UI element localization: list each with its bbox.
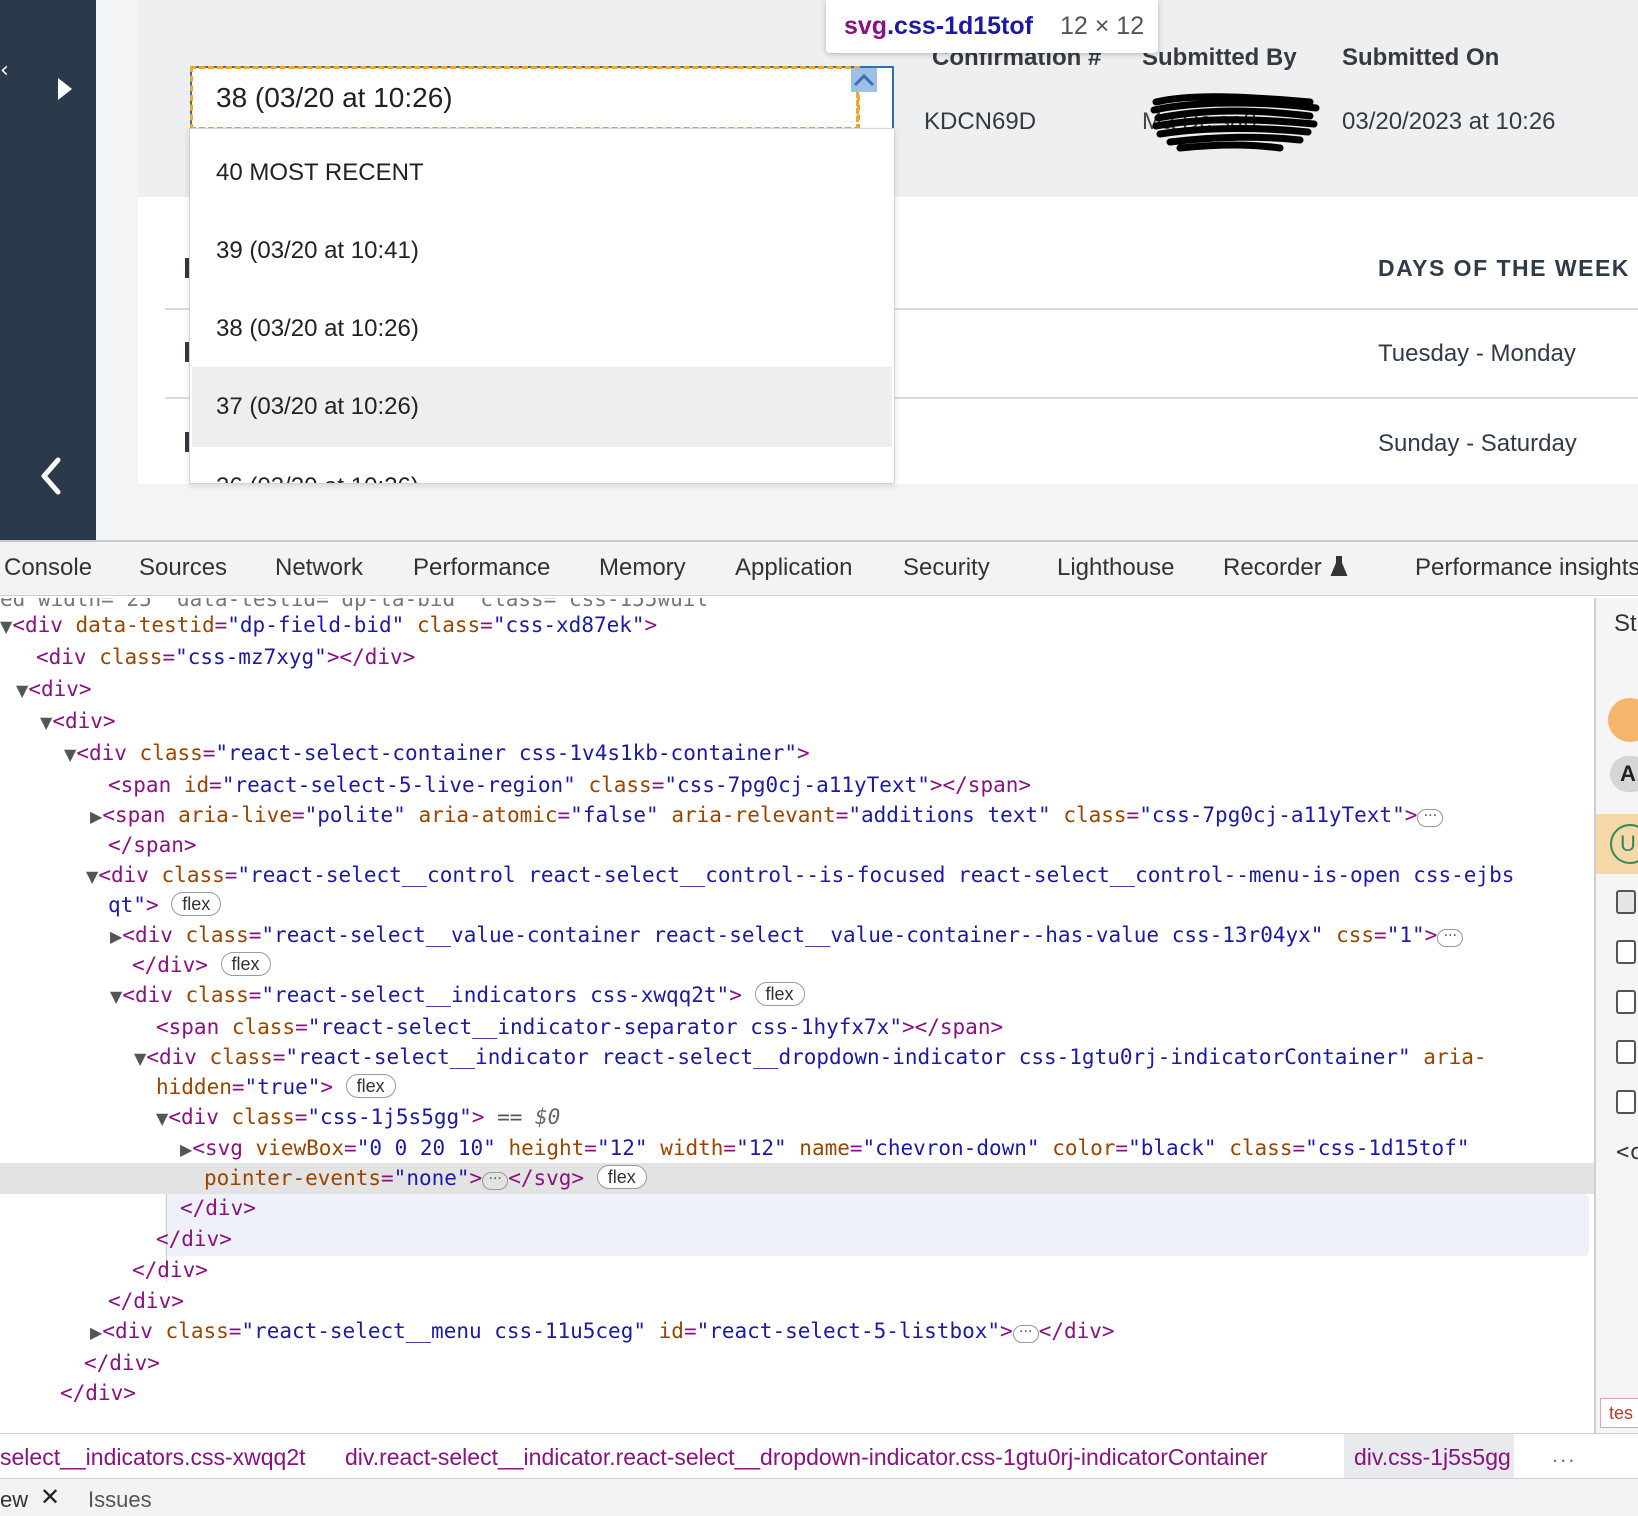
ellipsis-icon[interactable]: ··· (1437, 929, 1464, 947)
devtools-tabbar: Console Sources Network Performance Memo… (0, 542, 1638, 596)
dom-node-selected[interactable]: ▼<div class="css-1j5s5gg"> == $0 (156, 1102, 560, 1132)
inspector-tooltip: svg.css-1d15tof 12 × 12 (826, 0, 1158, 53)
styles-tab-label[interactable]: St (1614, 610, 1637, 638)
select-option[interactable]: 36 (03/20 at 10:26) (192, 447, 892, 483)
breadcrumb-more[interactable]: ... (1552, 1442, 1576, 1468)
dom-node[interactable]: <div class="css-mz7xyg"></div> (36, 642, 415, 672)
dom-node[interactable]: ▼<div class="react-select__control react… (86, 860, 1514, 890)
dom-node-wrap: qt"> flex (108, 890, 222, 920)
dom-node[interactable]: ▼<div data-testid="dp-field-bid" class="… (0, 610, 657, 640)
devtools-drawer-tabs: ew ✕ Issues (0, 1479, 1638, 1516)
dom-node-close: </div> (156, 1227, 232, 1251)
dom-node[interactable]: ▼<div class="react-select__indicators cs… (110, 980, 805, 1010)
dom-node[interactable]: ▶<span aria-live="polite" aria-atomic="f… (90, 800, 1444, 830)
dom-node[interactable]: ▼<div class="react-select__indicator rea… (134, 1042, 1487, 1072)
days-of-week-header: DAYS OF THE WEEK (1378, 255, 1630, 281)
dom-node-close: </div> (60, 1381, 136, 1405)
dom-node[interactable]: ▼<div> (40, 706, 116, 736)
select-option[interactable]: 40 MOST RECENT (192, 133, 892, 213)
dom-node-close: </div> (180, 1196, 256, 1220)
select-option[interactable]: 39 (03/20 at 10:41) (192, 211, 892, 291)
close-icon[interactable]: ✕ (40, 1483, 62, 1513)
dom-node-close: </span> (108, 833, 197, 857)
flex-badge[interactable]: flex (754, 982, 805, 1006)
ellipsis-icon[interactable]: ··· (1417, 809, 1444, 827)
app-viewport: ‹ Confirmation # Submitted By Submitted … (0, 0, 1638, 540)
tooltip-dimensions: 12 × 12 (1060, 12, 1145, 40)
tab-performance[interactable]: Performance (413, 554, 550, 582)
table-row-days: Sunday - Saturday (1378, 430, 1577, 457)
chevron-up-icon[interactable] (852, 68, 876, 90)
select-menu: 40 MOST RECENT 39 (03/20 at 10:41) 38 (0… (189, 128, 895, 484)
redaction-scribble (1150, 93, 1320, 152)
dom-node-wrap: hidden="true"> flex (156, 1072, 396, 1102)
tab-console[interactable]: Console (4, 554, 92, 582)
tab-application[interactable]: Application (735, 554, 852, 582)
submitted-by-header: Submitted By (1142, 44, 1297, 71)
drawer-tab[interactable]: ew (0, 1487, 28, 1513)
tab-network[interactable]: Network (275, 554, 363, 582)
tab-security[interactable]: Security (903, 554, 990, 582)
styles-clipped-red[interactable]: tes (1600, 1398, 1638, 1428)
breadcrumb-item[interactable]: select__indicators.css-xwqq2t (0, 1444, 306, 1471)
breadcrumb-item[interactable]: div.react-select__indicator.react-select… (345, 1444, 1268, 1471)
submitted-on-header: Submitted On (1342, 44, 1500, 71)
collapse-left-icon[interactable] (38, 456, 64, 496)
ellipsis-icon[interactable]: ··· (1012, 1325, 1039, 1343)
text-style-chip[interactable]: A (1610, 756, 1638, 792)
left-rail: ‹ (0, 0, 96, 540)
copy-icon[interactable] (1616, 1040, 1636, 1064)
hovered-node-block (165, 1194, 1589, 1256)
copy-icon[interactable] (1616, 890, 1636, 914)
dom-node-close: </div> (108, 1289, 184, 1313)
tab-memory[interactable]: Memory (599, 554, 686, 582)
breadcrumb-item-active[interactable]: div.css-1j5s5gg (1354, 1444, 1511, 1471)
devtools-panel: Console Sources Network Performance Memo… (0, 540, 1638, 1516)
dom-node[interactable]: <span class="react-select__indicator-sep… (156, 1012, 1003, 1042)
dom-node[interactable]: ▶<div class="react-select__value-contain… (110, 920, 1464, 950)
tab-recorder[interactable]: Recorder (1223, 554, 1348, 582)
confirmation-value: KDCN69D (924, 108, 1037, 135)
tab-recorder-label: Recorder (1223, 554, 1322, 581)
copy-icon[interactable] (1616, 940, 1636, 964)
drawer-tab-issues[interactable]: Issues (88, 1487, 152, 1513)
tab-lighthouse[interactable]: Lighthouse (1057, 554, 1174, 582)
dom-node-close: </div> (84, 1351, 160, 1375)
edit-pencil-icon[interactable] (1608, 698, 1638, 742)
tooltip-selector: svg.css-1d15tof (844, 12, 1033, 40)
tab-performance-insights[interactable]: Performance insights (1415, 554, 1638, 582)
table-row-days: Tuesday - Monday (1378, 340, 1576, 367)
styles-pane: St A U <c tes (1594, 598, 1638, 1433)
expand-right-icon[interactable] (54, 74, 76, 104)
content-bottom-gap (96, 484, 1638, 540)
dom-node[interactable]: ▼<div> (16, 674, 92, 704)
dom-node-close: </div> (132, 1258, 208, 1282)
flex-badge[interactable]: flex (345, 1074, 396, 1098)
tab-sources[interactable]: Sources (139, 554, 227, 582)
dom-node[interactable]: ▼<div class="react-select-container css-… (64, 738, 810, 768)
ellipsis-icon[interactable]: ··· (482, 1172, 509, 1190)
select-option[interactable]: 38 (03/20 at 10:26) (192, 289, 892, 369)
flex-badge[interactable]: flex (596, 1165, 647, 1189)
flex-badge[interactable]: flex (171, 892, 222, 916)
dom-breadcrumbs: select__indicators.css-xwqq2t div.react-… (0, 1433, 1638, 1479)
submitted-on-value: 03/20/2023 at 10:26 (1342, 108, 1556, 135)
indicator-dash (856, 92, 859, 130)
dom-node[interactable]: <span id="react-select-5-live-region" cl… (108, 770, 1031, 800)
copy-icon[interactable] (1616, 1090, 1636, 1114)
select-option-hovered[interactable]: 37 (03/20 at 10:26) (192, 367, 892, 447)
experimental-flask-icon (1330, 556, 1348, 576)
dom-node-wrap: pointer-events="none"> ··· </svg> flex (204, 1163, 647, 1193)
flex-badge[interactable]: flex (220, 952, 271, 976)
elements-dom-tree: ed width= 25 data-testid= dp-ta-bid clas… (0, 598, 1594, 1433)
styles-clipped-text: <c (1616, 1140, 1638, 1165)
dom-node-hovered[interactable]: ▶<svg viewBox="0 0 20 10" height="12" wi… (180, 1133, 1470, 1163)
version-select[interactable]: 38 (03/20 at 10:26) (190, 66, 894, 130)
rail-edge-chevron-icon[interactable]: ‹ (0, 58, 9, 83)
dom-node[interactable]: ▶<div class="react-select__menu css-11u5… (90, 1316, 1115, 1346)
copy-icon[interactable] (1616, 990, 1636, 1014)
dom-node-close: </div> flex (132, 950, 271, 980)
select-value: 38 (03/20 at 10:26) (216, 82, 453, 113)
